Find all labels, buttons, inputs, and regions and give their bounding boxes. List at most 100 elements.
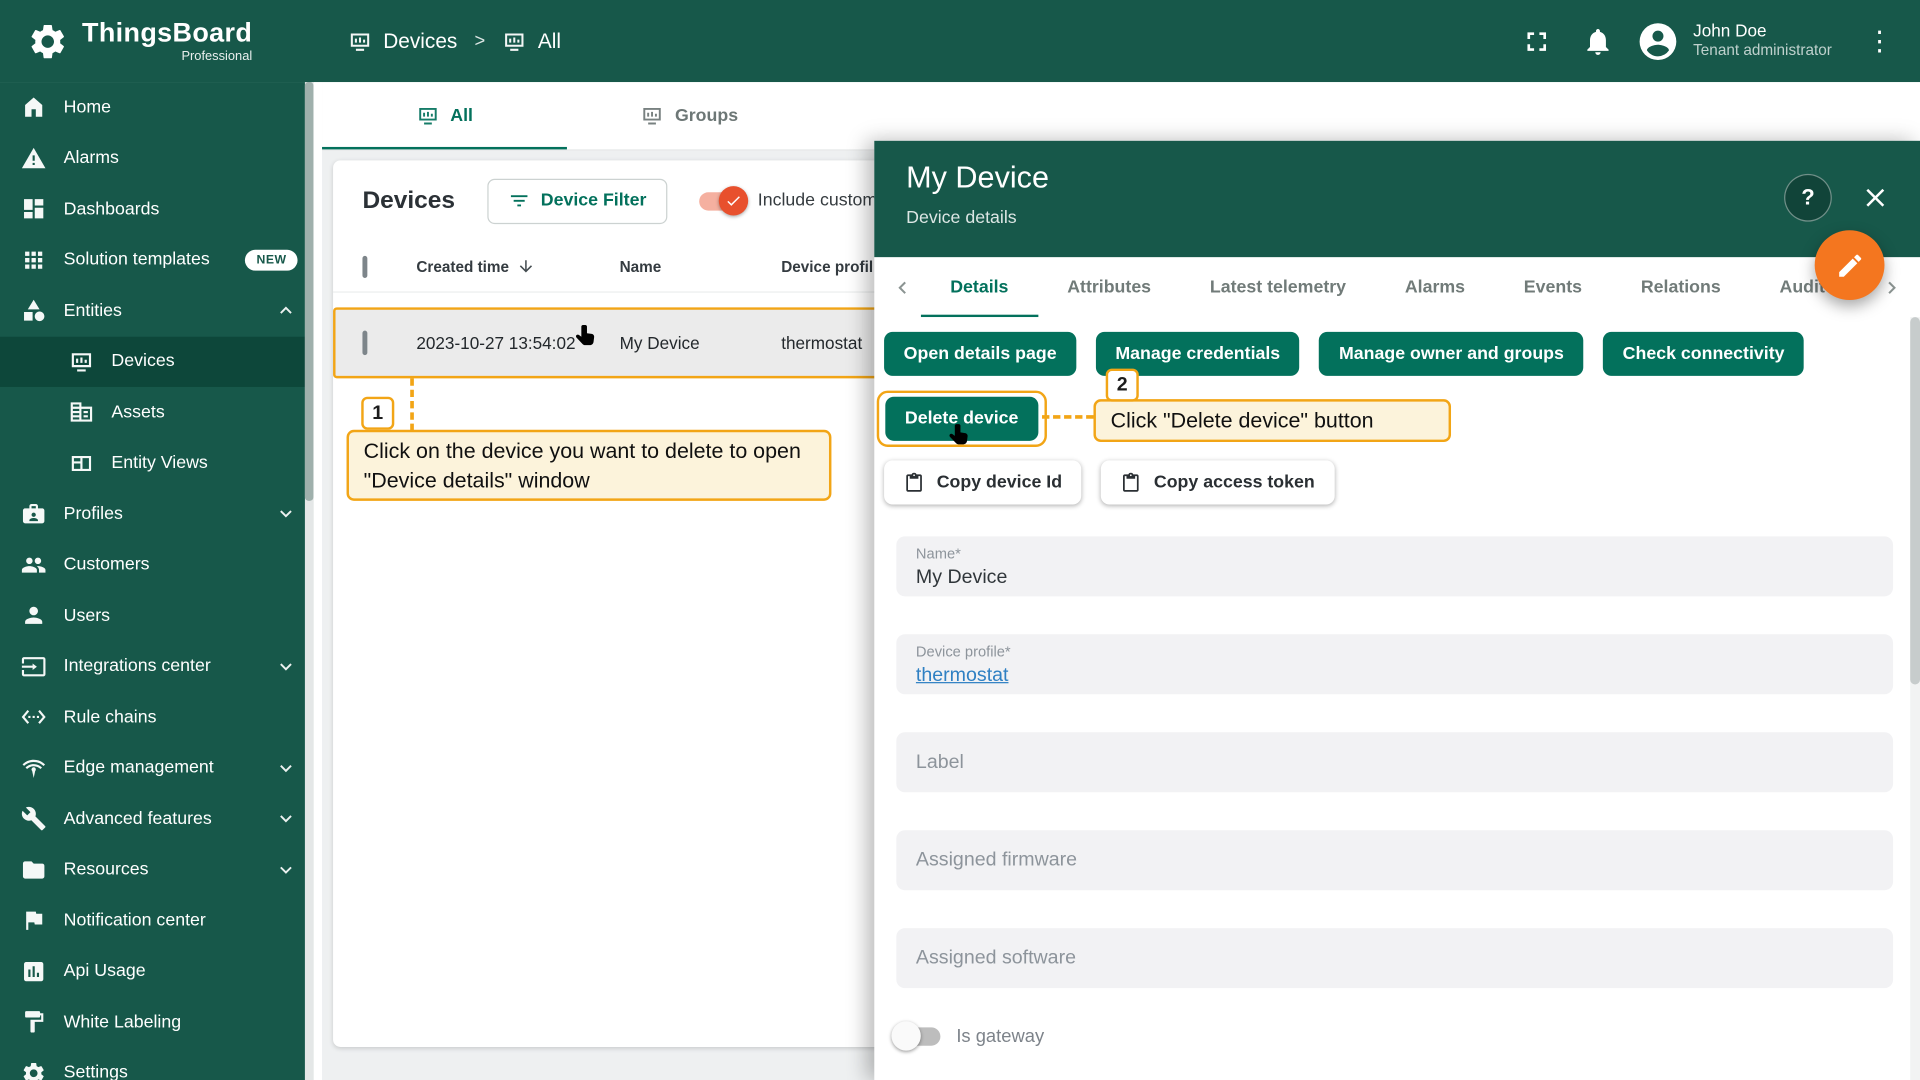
copy-device-id-button[interactable]: Copy device Id bbox=[884, 460, 1082, 504]
sidebar-item-advanced-features[interactable]: Advanced features bbox=[0, 793, 313, 844]
header-actions: John Doe Tenant administrator ⋮ bbox=[1520, 19, 1920, 63]
copy-icon bbox=[904, 472, 925, 493]
assigned-software-field[interactable]: Assigned software bbox=[896, 928, 1893, 988]
column-name[interactable]: Name bbox=[620, 258, 782, 275]
check-connectivity-button[interactable]: Check connectivity bbox=[1603, 332, 1804, 376]
sidebar-item-users[interactable]: Users bbox=[0, 590, 313, 641]
top-header: ThingsBoard Professional Devices > All J… bbox=[0, 0, 1920, 82]
tab-events[interactable]: Events bbox=[1494, 257, 1611, 317]
sidebar-item-resources[interactable]: Resources bbox=[0, 844, 313, 895]
breadcrumb-all[interactable]: All bbox=[502, 29, 561, 53]
user-avatar[interactable] bbox=[1636, 19, 1680, 63]
device-profile-link[interactable]: thermostat bbox=[916, 665, 1009, 686]
thingsboard-app: ThingsBoard Professional Devices > All J… bbox=[0, 0, 1920, 1080]
sidebar-item-dashboards[interactable]: Dashboards bbox=[0, 184, 313, 235]
sidebar-item-entities[interactable]: Entities bbox=[0, 285, 313, 336]
breadcrumb-devices[interactable]: Devices bbox=[348, 29, 458, 53]
help-button[interactable]: ? bbox=[1784, 174, 1832, 222]
new-badge: NEW bbox=[245, 249, 297, 270]
panel-tabs: Details Attributes Latest telemetry Alar… bbox=[874, 257, 1920, 317]
more-menu-icon[interactable]: ⋮ bbox=[1859, 25, 1901, 57]
chevron-down-icon bbox=[274, 502, 297, 525]
panel-scrollbar-thumb[interactable] bbox=[1910, 317, 1920, 684]
select-all-checkbox[interactable] bbox=[362, 255, 367, 277]
copy-icon bbox=[1121, 472, 1142, 493]
sidebar-item-entity-views[interactable]: Entity Views bbox=[0, 438, 313, 489]
sidebar-item-devices[interactable]: Devices bbox=[0, 336, 313, 387]
close-icon[interactable] bbox=[1860, 182, 1891, 213]
sidebar-item-api-usage[interactable]: Api Usage bbox=[0, 946, 313, 997]
tab-latest-telemetry[interactable]: Latest telemetry bbox=[1180, 257, 1375, 317]
customers-icon bbox=[21, 552, 47, 578]
tab-attributes[interactable]: Attributes bbox=[1038, 257, 1181, 317]
all-tab-icon bbox=[416, 104, 439, 127]
profiles-icon bbox=[21, 501, 47, 527]
user-role: Tenant administrator bbox=[1693, 42, 1832, 61]
sidebar-scrollbar[interactable] bbox=[305, 82, 314, 1080]
sidebar-item-notification-center[interactable]: Notification center bbox=[0, 895, 313, 946]
user-menu[interactable]: John Doe Tenant administrator bbox=[1693, 21, 1832, 62]
thingsboard-logo-icon bbox=[27, 20, 69, 62]
device-filter-button[interactable]: Device Filter bbox=[487, 178, 667, 223]
api-usage-icon bbox=[21, 958, 47, 984]
sidebar-item-rule-chains[interactable]: Rule chains bbox=[0, 692, 313, 743]
panel-subtitle: Device details bbox=[906, 208, 1888, 228]
fullscreen-icon[interactable] bbox=[1520, 25, 1552, 57]
app-title: ThingsBoard bbox=[82, 19, 252, 46]
sidebar-item-alarms[interactable]: Alarms bbox=[0, 133, 313, 184]
advanced-features-icon bbox=[21, 806, 47, 832]
tab-alarms[interactable]: Alarms bbox=[1375, 257, 1494, 317]
panel-scrollbar[interactable] bbox=[1910, 317, 1920, 1080]
tab-groups[interactable]: Groups bbox=[567, 82, 812, 149]
integrations-icon bbox=[21, 654, 47, 680]
breadcrumb-devices-label: Devices bbox=[383, 29, 457, 53]
column-created-time[interactable]: Created time bbox=[416, 257, 619, 275]
open-details-page-button[interactable]: Open details page bbox=[884, 332, 1076, 376]
sidebar-scrollbar-thumb[interactable] bbox=[305, 82, 314, 501]
chevron-left-icon bbox=[890, 275, 914, 299]
notifications-bell-icon[interactable] bbox=[1582, 25, 1614, 57]
panel-header: My Device Device details ? bbox=[874, 141, 1920, 257]
sidebar-item-profiles[interactable]: Profiles bbox=[0, 489, 313, 540]
alarm-icon bbox=[21, 145, 47, 171]
tab-relations[interactable]: Relations bbox=[1611, 257, 1750, 317]
white-labeling-icon bbox=[21, 1009, 47, 1035]
manage-owner-groups-button[interactable]: Manage owner and groups bbox=[1319, 332, 1583, 376]
hand-cursor-icon bbox=[945, 421, 973, 449]
name-field[interactable]: Name* My Device bbox=[896, 536, 1893, 596]
app-logo[interactable]: ThingsBoard Professional bbox=[0, 19, 313, 62]
tab-all[interactable]: All bbox=[322, 82, 567, 149]
tabs-scroll-left[interactable] bbox=[884, 257, 921, 317]
group-all-icon bbox=[502, 29, 526, 53]
sidebar-item-edge-management[interactable]: Edge management bbox=[0, 743, 313, 794]
panel-title: My Device bbox=[906, 160, 1888, 196]
device-profile-field[interactable]: Device profile* thermostat bbox=[896, 634, 1893, 694]
include-customers-toggle-row: Include custome bbox=[699, 191, 887, 211]
sidebar-item-solution-templates[interactable]: Solution templates NEW bbox=[0, 234, 313, 285]
chevron-right-icon bbox=[1880, 275, 1904, 299]
tab-details[interactable]: Details bbox=[921, 257, 1038, 317]
groups-tab-icon bbox=[641, 104, 664, 127]
devices-icon bbox=[69, 349, 95, 375]
assigned-firmware-field[interactable]: Assigned firmware bbox=[896, 830, 1893, 890]
devices-title: Devices bbox=[362, 187, 455, 215]
edit-fab-button[interactable] bbox=[1815, 230, 1885, 300]
sidebar-item-settings[interactable]: Settings bbox=[0, 1048, 313, 1080]
solution-templates-icon bbox=[21, 247, 47, 273]
label-field[interactable]: Label bbox=[896, 732, 1893, 792]
sidebar-item-customers[interactable]: Customers bbox=[0, 539, 313, 590]
check-icon bbox=[725, 192, 742, 209]
sidebar-item-assets[interactable]: Assets bbox=[0, 387, 313, 438]
device-form: Name* My Device Device profile* thermost… bbox=[896, 536, 1893, 988]
sidebar-item-white-labeling[interactable]: White Labeling bbox=[0, 997, 313, 1048]
sidebar-item-home[interactable]: Home bbox=[0, 82, 313, 133]
row-device-name: My Device bbox=[620, 333, 782, 353]
include-customers-toggle[interactable] bbox=[699, 192, 743, 210]
assigned-software-placeholder: Assigned software bbox=[916, 947, 1076, 969]
sidebar-item-integrations-center[interactable]: Integrations center bbox=[0, 641, 313, 692]
is-gateway-toggle[interactable] bbox=[896, 1027, 940, 1045]
step-1-marker: 1 bbox=[361, 397, 394, 430]
row-checkbox[interactable] bbox=[362, 331, 367, 355]
rule-chains-icon bbox=[21, 704, 47, 730]
copy-access-token-button[interactable]: Copy access token bbox=[1101, 460, 1334, 504]
